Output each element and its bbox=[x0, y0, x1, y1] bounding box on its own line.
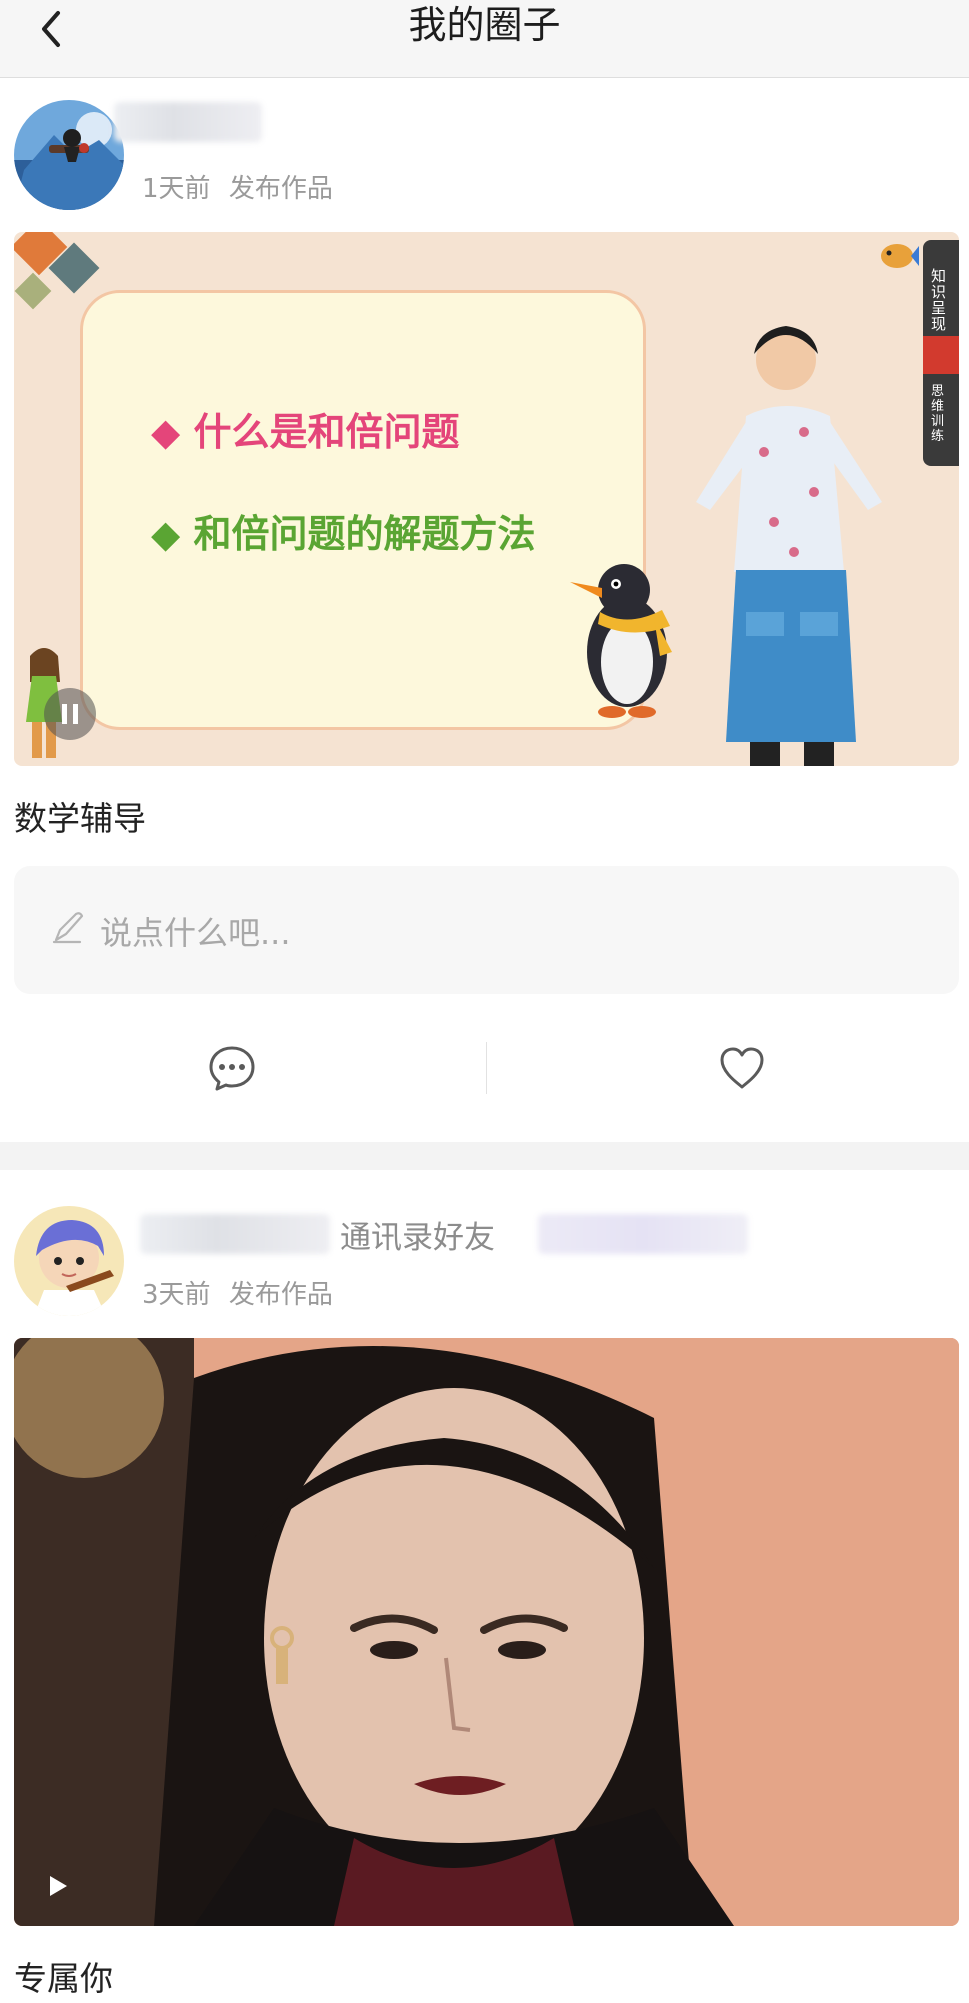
like-button[interactable] bbox=[714, 1040, 770, 1096]
username-blurred[interactable] bbox=[114, 102, 262, 142]
username-blurred[interactable] bbox=[140, 1214, 330, 1254]
post-video[interactable] bbox=[14, 1338, 959, 1926]
play-icon bbox=[50, 1876, 67, 1896]
heart-icon bbox=[720, 1047, 764, 1089]
post-action-bar bbox=[0, 1018, 969, 1118]
avatar[interactable] bbox=[14, 1206, 124, 1316]
friend-name-blurred[interactable] bbox=[538, 1214, 748, 1254]
pen-icon bbox=[52, 912, 84, 944]
avatar-image bbox=[14, 100, 124, 210]
active-tab-marker bbox=[923, 336, 959, 374]
post-caption: 专属你 bbox=[14, 1959, 113, 1998]
diamond-bullet-icon: ◆ bbox=[151, 512, 181, 556]
feed-post: 通讯录好友 3天前 发布作品 专属你 bbox=[0, 1170, 969, 2003]
post-time: 3天前 bbox=[142, 1280, 211, 1310]
post-time: 1天前 bbox=[142, 174, 211, 204]
pause-icon bbox=[62, 704, 78, 724]
post-meta: 1天前 发布作品 bbox=[142, 168, 333, 205]
play-button[interactable] bbox=[38, 1866, 78, 1906]
slide-bullet: ◆ 和倍问题的解题方法 bbox=[151, 512, 536, 556]
relation-tag: 通讯录好友 bbox=[340, 1220, 495, 1256]
avatar[interactable] bbox=[14, 100, 124, 210]
post-video[interactable]: ◆ 什么是和倍问题 ◆ 和倍问题的解题方法 知识呈现 思维训练 bbox=[14, 232, 959, 766]
comment-button[interactable] bbox=[204, 1040, 260, 1096]
circle-page: 我的圈子 1天前 发布作品 ◆ 什么是和倍问题 ◆ 和倍问题的解题方法 知识呈现… bbox=[0, 0, 969, 2003]
pause-button[interactable] bbox=[44, 688, 96, 740]
fish-logo-icon bbox=[881, 244, 919, 268]
tab-thinking[interactable]: 思维训练 bbox=[931, 384, 951, 444]
post-separator bbox=[0, 1142, 969, 1170]
comment-placeholder: 说点什么吧... bbox=[100, 914, 291, 952]
post-action: 发布作品 bbox=[228, 174, 333, 204]
comment-input[interactable]: 说点什么吧... bbox=[14, 866, 959, 994]
slide-bullet: ◆ 什么是和倍问题 bbox=[151, 410, 460, 454]
top-nav-bar: 我的圈子 bbox=[0, 0, 969, 78]
diamond-bullet-icon: ◆ bbox=[151, 410, 181, 454]
action-divider bbox=[486, 1042, 487, 1094]
post-meta: 3天前 发布作品 bbox=[142, 1274, 333, 1311]
feed-post: 1天前 发布作品 ◆ 什么是和倍问题 ◆ 和倍问题的解题方法 知识呈现 思维训练… bbox=[0, 80, 969, 1142]
tab-knowledge[interactable]: 知识呈现 bbox=[931, 268, 951, 332]
side-tab-strip: 知识呈现 思维训练 bbox=[923, 240, 959, 466]
post-caption: 数学辅导 bbox=[14, 799, 146, 838]
post-action: 发布作品 bbox=[228, 1280, 333, 1310]
page-title: 我的圈子 bbox=[408, 3, 561, 47]
avatar-image bbox=[14, 1206, 124, 1316]
teacher-figure bbox=[696, 326, 882, 766]
video-thumbnail bbox=[14, 1338, 959, 1926]
comment-bubble-icon bbox=[209, 1046, 255, 1091]
